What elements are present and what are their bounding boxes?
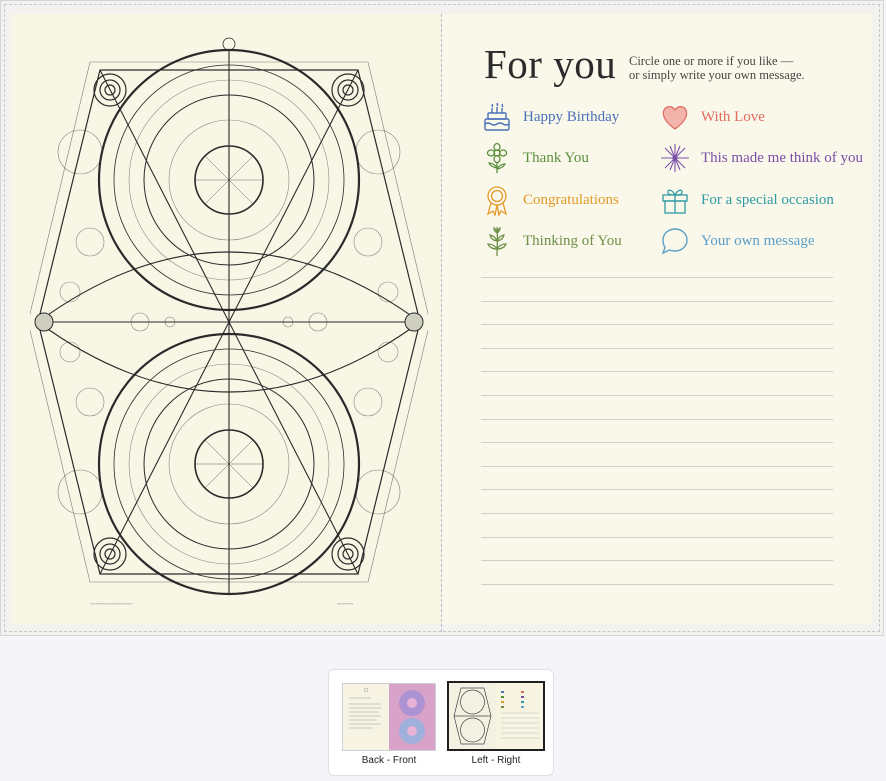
option-special-occasion[interactable]: For a special occasion <box>659 184 834 216</box>
sparkle-icon <box>659 142 691 174</box>
option-with-love[interactable]: With Love <box>659 101 765 133</box>
thumbnail-label: Left - Right <box>471 755 521 766</box>
subtitle: Circle one or more if you like — or simp… <box>629 54 805 82</box>
writing-line <box>481 277 833 301</box>
page-title: For you <box>484 41 617 87</box>
thumbnail-back-front[interactable] <box>342 683 436 751</box>
artist-caption-left: ~~~~~~~~~~~~~ <box>90 602 133 608</box>
writing-line <box>481 371 833 395</box>
birthday-cake-icon <box>481 101 513 133</box>
left-panel-artwork: ~~~~~~~~~~~~~ ~~~~~ <box>12 14 441 624</box>
writing-line <box>481 583 833 608</box>
flower-icon <box>481 142 513 174</box>
award-ribbon-icon <box>481 184 513 216</box>
thumbnail-left-right-selected[interactable] <box>447 681 545 751</box>
writing-line <box>481 512 833 537</box>
option-thinking-of-you[interactable]: Thinking of You <box>481 225 622 257</box>
writing-line <box>481 560 833 584</box>
writing-line <box>481 465 833 490</box>
plant-sprig-icon <box>481 225 513 257</box>
writing-line <box>481 394 833 419</box>
heart-icon <box>659 101 691 133</box>
page-thumbnail-tray: Back - Front Left - Right <box>328 669 554 776</box>
writing-line <box>481 347 833 372</box>
writing-line <box>481 418 833 443</box>
option-own-message[interactable]: Your own message <box>659 225 814 257</box>
artist-signature: ~~~~~ <box>337 602 354 608</box>
option-thank-you[interactable]: Thank You <box>481 142 589 174</box>
writing-lines[interactable] <box>481 277 833 607</box>
writing-line <box>481 300 833 325</box>
fold-line <box>441 14 442 632</box>
gift-icon <box>659 184 691 216</box>
mandala-artwork <box>30 37 428 596</box>
writing-line <box>481 442 833 466</box>
option-think-of-you[interactable]: This made me think of you <box>659 142 863 174</box>
writing-line <box>481 536 833 561</box>
thumbnail-label: Back - Front <box>361 755 417 766</box>
option-congratulations[interactable]: Congratulations <box>481 184 619 216</box>
option-happy-birthday[interactable]: Happy Birthday <box>481 101 619 133</box>
writing-line <box>481 324 833 348</box>
writing-line <box>481 489 833 513</box>
speech-bubble-icon <box>659 225 691 257</box>
